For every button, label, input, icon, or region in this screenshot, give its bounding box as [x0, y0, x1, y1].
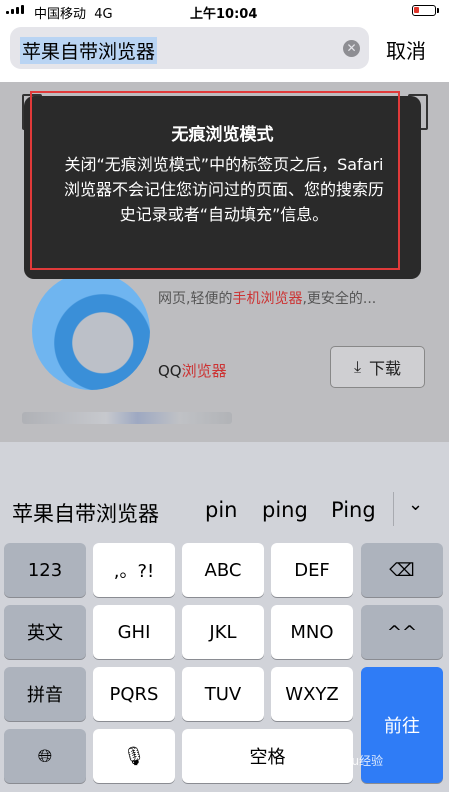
- battery-tip: [437, 8, 439, 13]
- qq-browser-logo: [32, 272, 150, 390]
- cancel-button[interactable]: 取消: [386, 35, 426, 64]
- candidate-bar: 苹果自带浏览器 pin ping Ping ⌄: [0, 442, 449, 540]
- microphone-icon: 🎙︎: [122, 745, 146, 767]
- key-mno[interactable]: MNO: [271, 605, 353, 659]
- battery-icon: [412, 5, 436, 16]
- key-ghi[interactable]: GHI: [93, 605, 175, 659]
- key-wxyz[interactable]: WXYZ: [271, 667, 353, 721]
- signal-icon: [6, 5, 24, 14]
- key-pqrs[interactable]: PQRS: [93, 667, 175, 721]
- globe-icon: 🌐︎: [37, 745, 53, 767]
- key-punctuation[interactable]: ,。?!: [93, 543, 175, 597]
- globe-key[interactable]: 🌐︎: [4, 729, 86, 783]
- search-input-text[interactable]: 苹果自带浏览器: [20, 37, 158, 64]
- annotation-box: [30, 91, 400, 270]
- app-name[interactable]: QQ浏览器: [158, 360, 227, 381]
- candidate-item[interactable]: Ping: [331, 498, 376, 522]
- divider: [393, 492, 394, 526]
- app-description: 网页,轻便的手机浏览器,更安全的...: [158, 291, 377, 307]
- mic-key[interactable]: 🎙︎: [93, 729, 175, 783]
- key-123[interactable]: 123: [4, 543, 86, 597]
- key-tuv[interactable]: TUV: [182, 667, 264, 721]
- candidate-item[interactable]: 苹果自带浏览器: [12, 498, 159, 528]
- download-icon: ⤓: [353, 357, 362, 376]
- emoticon-key[interactable]: ^^: [361, 605, 443, 659]
- clock: 上午10:04: [190, 7, 258, 22]
- watermark: Baidu经验: [325, 754, 384, 768]
- carrier-label: 中国移动 4G: [34, 7, 113, 22]
- candidate-item[interactable]: pin: [205, 498, 237, 522]
- search-field[interactable]: 苹果自带浏览器 ✕: [10, 27, 369, 69]
- download-button[interactable]: ⤓ 下载: [330, 346, 425, 388]
- candidate-item[interactable]: ping: [262, 498, 308, 522]
- key-english[interactable]: 英文: [4, 605, 86, 659]
- backspace-icon: ⌫: [389, 559, 415, 581]
- key-pinyin[interactable]: 拼音: [4, 667, 86, 721]
- clear-icon[interactable]: ✕: [343, 40, 360, 57]
- status-bar: 中国移动 4G 上午10:04: [0, 0, 449, 22]
- backspace-key[interactable]: ⌫: [361, 543, 443, 597]
- key-jkl[interactable]: JKL: [182, 605, 264, 659]
- key-def[interactable]: DEF: [271, 543, 353, 597]
- chevron-down-icon[interactable]: ⌄: [408, 494, 423, 515]
- blurred-text: [22, 412, 232, 424]
- key-abc[interactable]: ABC: [182, 543, 264, 597]
